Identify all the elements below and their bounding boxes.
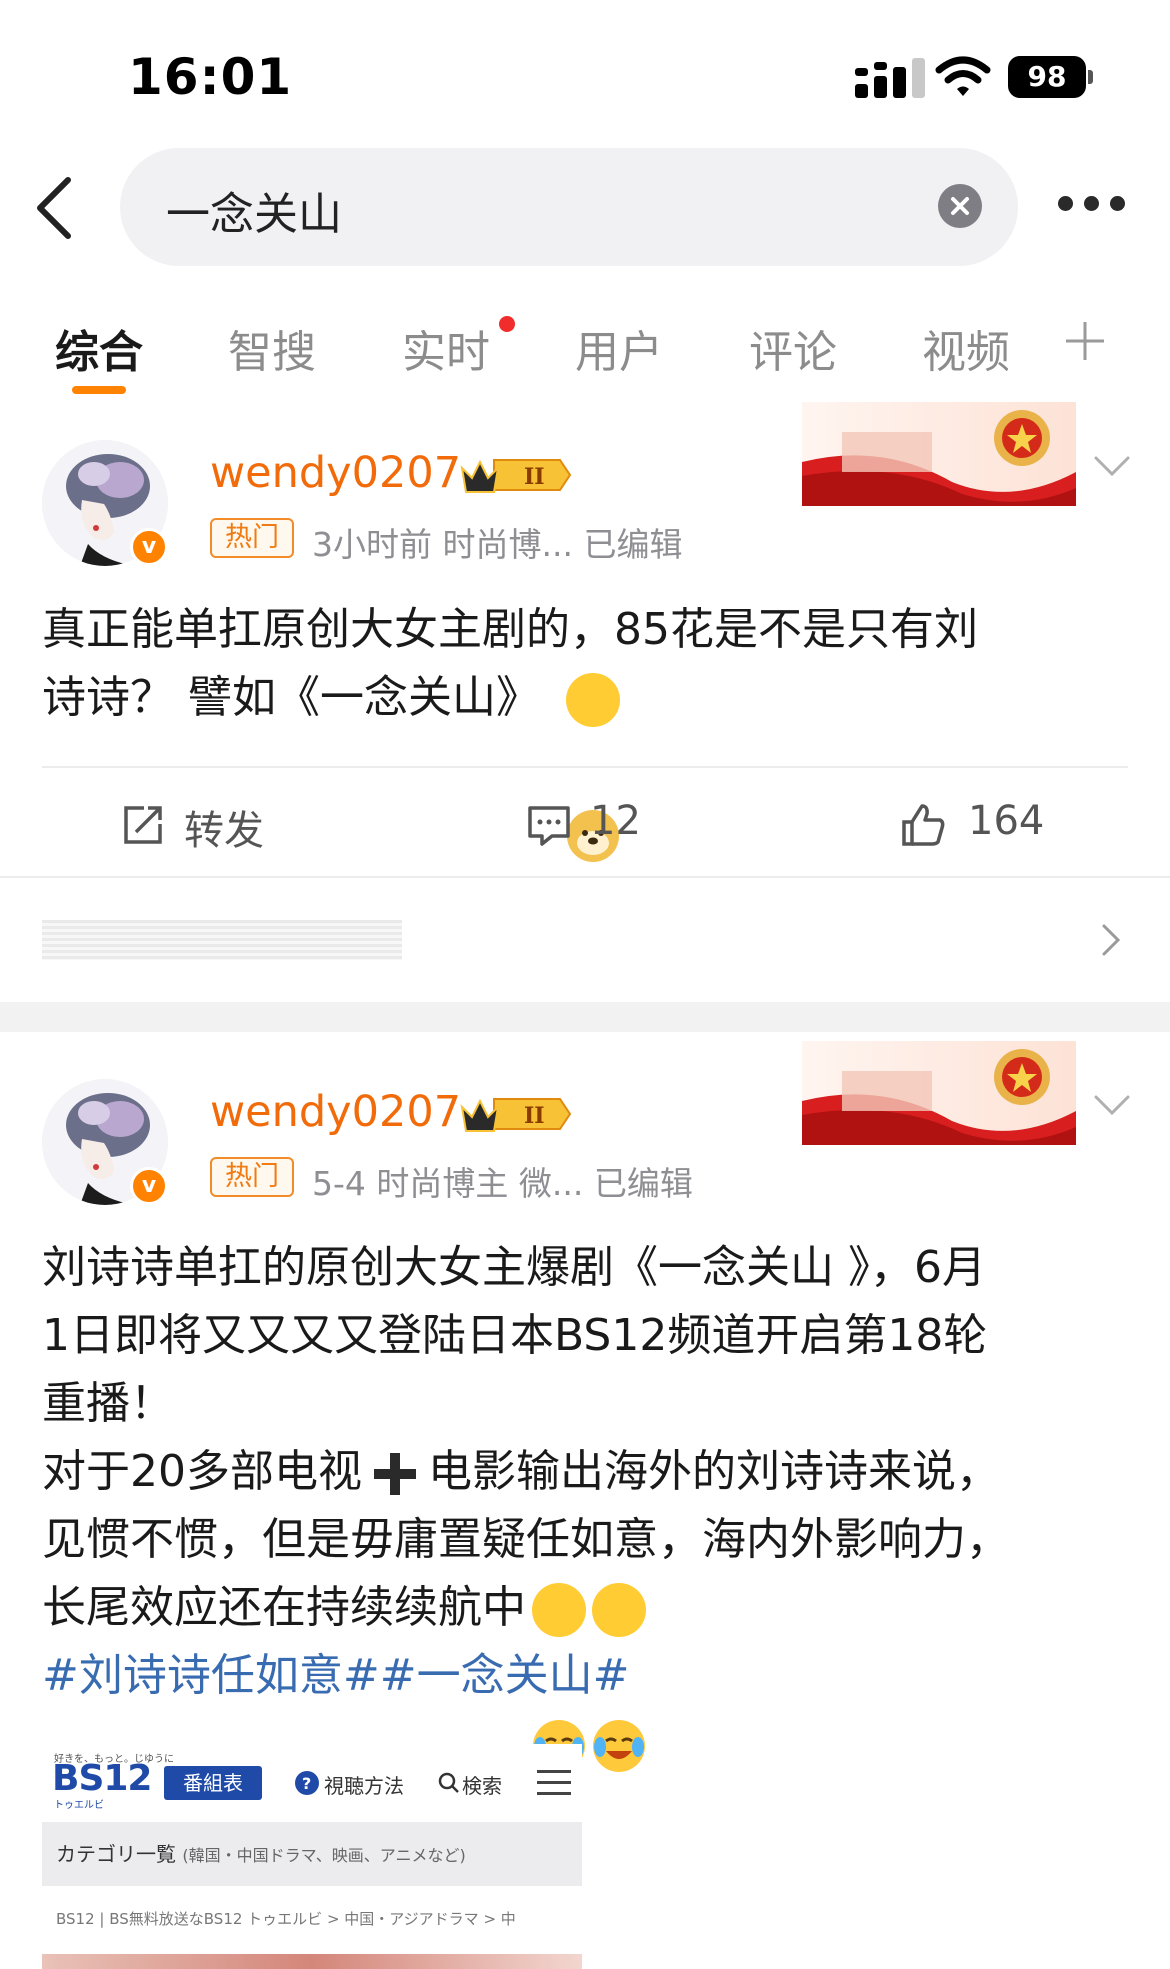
svg-text:II: II	[524, 464, 545, 490]
embed-header: 好きを、もっと。じゆうに BS12 トゥエルビ 番組表 ? 視聴方法 検索	[42, 1744, 582, 1816]
username[interactable]: wendy0207	[210, 1087, 461, 1137]
realtime-notification-dot	[499, 316, 515, 332]
like-button[interactable]: 164	[900, 796, 1050, 856]
tab-realtime[interactable]: 实时	[402, 316, 490, 380]
status-time: 16:01	[128, 48, 293, 106]
bs12-logo: BS12	[52, 1758, 152, 1799]
national-emblem-banner-icon	[802, 1041, 1076, 1145]
post-text-line: 真正能单扛原创大女主剧的，85花是不是只有刘	[42, 604, 978, 655]
post-meta: 5-4 时尚博主 微... 已编辑	[312, 1164, 693, 1203]
hot-tag: 热门	[210, 518, 294, 558]
schedule-button: 番組表	[164, 1766, 262, 1800]
battery-level: 98	[1008, 56, 1086, 98]
battery-indicator: 98	[1008, 56, 1093, 98]
tab-videos[interactable]: 视频	[922, 316, 1008, 380]
post-text-line: 重播！	[42, 1378, 174, 1429]
how-to-watch-link: 視聴方法	[324, 1774, 404, 1798]
category-bar: カテゴリ一覧 (韓国・中国ドラマ、映画、アニメなど)	[42, 1822, 582, 1886]
post-text-line: 1日即将又又又又登陆日本BS12频道开启第18轮	[42, 1310, 988, 1361]
svg-text:?: ?	[302, 1774, 311, 1793]
verified-icon: v	[130, 1167, 168, 1205]
verified-icon: v	[130, 528, 168, 566]
repost-label: 转发	[184, 808, 264, 854]
hamburger-menu-icon	[537, 1770, 571, 1796]
svg-text:II: II	[524, 1103, 545, 1129]
active-tab-indicator	[72, 386, 126, 394]
divider	[42, 766, 1128, 768]
like-count: 164	[968, 798, 1045, 844]
embed-breadcrumb: BS12 | BS無料放送なBS12 トゥエルビ > 中国・アジアドラマ > 中	[56, 1910, 516, 1928]
plus-emoji-icon	[374, 1453, 416, 1495]
comment-icon	[528, 806, 570, 846]
post-text-line: 对于20多部电视 电影输出海外的刘诗诗来说，	[42, 1438, 1142, 1506]
hot-tag: 热门	[210, 1157, 294, 1197]
thumbs-up-icon	[902, 804, 945, 846]
cellular-signal-icon	[855, 58, 925, 98]
help-icon: ?	[295, 1771, 319, 1795]
vip-crown-icon: II	[460, 459, 572, 493]
post-meta: 3小时前 时尚博... 已编辑	[312, 525, 683, 564]
post-text: 刘诗诗单扛的原创大女主爆剧《一念关山 》，6月 1日即将又又又又登陆日本BS12频…	[42, 1234, 1142, 1772]
more-options-icon[interactable]	[1058, 196, 1128, 216]
add-tab-icon[interactable]	[1064, 320, 1106, 362]
search-tabs: 综合 智搜 实时 用户 评论 视频	[0, 300, 1170, 410]
search-query[interactable]: 一念关山	[166, 178, 342, 242]
search-icon	[438, 1772, 459, 1793]
national-emblem-banner-icon	[802, 402, 1076, 506]
category-label: カテゴリ一覧	[56, 1842, 176, 1866]
crying-laughing-emoji-icon	[592, 1583, 646, 1772]
battery-tip	[1088, 70, 1093, 84]
back-arrow-icon[interactable]	[30, 172, 80, 242]
chevron-down-icon[interactable]	[1092, 1091, 1132, 1119]
comment-count: 12	[590, 798, 641, 844]
username[interactable]: wendy0207	[210, 448, 461, 498]
tab-comprehensive[interactable]: 综合	[55, 316, 143, 380]
post-text-line: 诗诗？ 譬如《一念关山》	[42, 664, 1142, 862]
tab-smart-search[interactable]: 智搜	[228, 316, 316, 380]
post-text-line: 刘诗诗单扛的原创大女主爆剧《一念关山 》，6月	[42, 1242, 986, 1293]
clear-search-icon[interactable]	[938, 184, 982, 228]
status-bar: 16:01 98	[0, 0, 1170, 140]
post-image[interactable]: 好きを、もっと。じゆうに BS12 トゥエルビ 番組表 ? 視聴方法 検索 カテ…	[42, 1744, 582, 1969]
post-text-line: 长尾效应还在持续续航中	[42, 1574, 1142, 1772]
post-text-segment: 长尾效应还在持续续航中	[42, 1582, 526, 1633]
repost-icon	[124, 806, 162, 844]
doge-emoji-icon	[566, 673, 620, 862]
tab-comments[interactable]: 评论	[749, 316, 837, 380]
post-text-segment: 诗诗？ 譬如《一念关山》	[42, 672, 540, 723]
section-separator	[0, 1002, 1170, 1032]
post-text-segment: 对于20多部电视	[42, 1446, 362, 1497]
chevron-down-icon[interactable]	[1092, 452, 1132, 480]
vip-crown-icon: II	[460, 1098, 572, 1132]
post-text: 真正能单扛原创大女主剧的，85花是不是只有刘 诗诗？ 譬如《一念关山》	[42, 596, 1142, 862]
tab-users[interactable]: 用户	[575, 316, 663, 380]
related-search-row[interactable]	[0, 876, 1170, 1000]
post-text-line: 见惯不惯，但是毋庸置疑任如意，海内外影响力，	[42, 1514, 1010, 1565]
bs12-logo-sub: トゥエルビ	[54, 1800, 104, 1811]
blurred-related-text	[42, 920, 402, 960]
post-text-segment: 电影输出海外的刘诗诗来说，	[428, 1446, 1000, 1497]
category-note: (韓国・中国ドラマ、映画、アニメなど)	[182, 1846, 466, 1865]
wifi-icon	[935, 56, 991, 96]
crying-laughing-emoji-icon	[532, 1583, 586, 1772]
chevron-right-icon[interactable]	[1098, 920, 1124, 960]
comment-button[interactable]: 12	[526, 796, 656, 856]
repost-button[interactable]: 转发	[120, 796, 280, 856]
embed-bottom-image	[42, 1954, 582, 1969]
embed-search-link: 検索	[462, 1774, 502, 1798]
search-input[interactable]: 一念关山	[120, 148, 1018, 266]
